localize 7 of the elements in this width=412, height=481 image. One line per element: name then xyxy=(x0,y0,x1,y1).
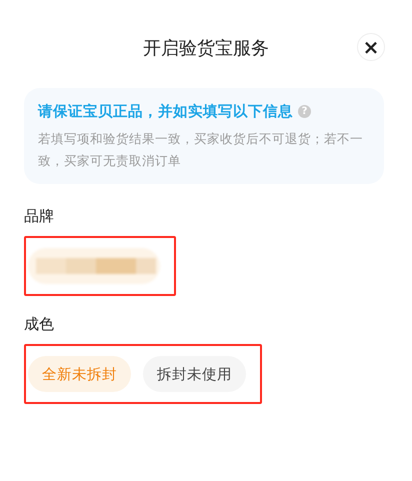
condition-option[interactable]: 拆封未使用 xyxy=(143,356,246,392)
notice-text: 若填写项和验货结果一致，买家收货后不可退货；若不一致，买家可无责取消订单 xyxy=(38,130,364,170)
sheet-title: 开启验货宝服务 xyxy=(143,37,269,60)
field-label: 品牌 xyxy=(24,207,54,226)
notice-headline: 请保证宝贝正品，并如实填写以下信息 xyxy=(38,102,293,121)
close-button[interactable]: × xyxy=(357,33,385,61)
field-label: 成色 xyxy=(24,315,54,334)
